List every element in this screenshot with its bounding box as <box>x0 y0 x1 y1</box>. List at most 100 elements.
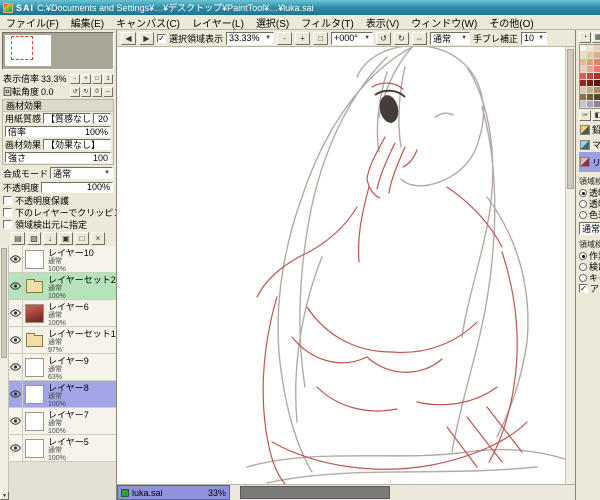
layer-list-scroll-down-button[interactable]: ▼ <box>0 491 9 500</box>
tool-pencil[interactable]: 鉛筆 <box>579 122 600 137</box>
canvas-horizontal-scrollbar[interactable] <box>230 485 575 500</box>
radio-icon[interactable] <box>579 210 587 219</box>
layer-row-5[interactable]: レイヤー5 通常 100% <box>9 435 116 462</box>
zoom-out-button[interactable]: - <box>70 73 80 84</box>
paint-mode-combo[interactable]: 通常 ▼ <box>430 31 471 45</box>
canvas-rotate-cw-button[interactable]: ↻ <box>394 31 410 45</box>
canvas-zoom-in-button[interactable]: + <box>295 31 311 45</box>
menu-layer[interactable]: レイヤー(L) <box>186 15 250 30</box>
color-swatch[interactable] <box>580 87 587 94</box>
layer-row-10[interactable]: レイヤー10 通常 100% <box>9 246 116 273</box>
color-swatch[interactable] <box>580 59 587 66</box>
material-kind-select[interactable]: 【効果なし】 <box>43 139 111 150</box>
visibility-eye-icon[interactable] <box>9 408 23 434</box>
detect-mode-option-3[interactable]: 色差が範囲内の部分 <box>579 209 600 220</box>
navigator-view-rect[interactable] <box>11 36 33 60</box>
title-bar[interactable]: SAI C:¥Documents and Settings¥…¥デスクトップ¥P… <box>0 0 600 15</box>
color-swatch[interactable] <box>594 94 600 101</box>
color-swatch[interactable] <box>594 73 600 80</box>
rotate-reset-button[interactable]: 0 <box>92 86 102 97</box>
color-swatch[interactable] <box>594 52 600 59</box>
radio-icon[interactable] <box>579 199 587 208</box>
layer-list-scrollbar[interactable]: ▼ <box>0 246 9 500</box>
color-wheel-tab[interactable]: ◔ <box>579 32 591 43</box>
menu-file[interactable]: ファイル(F) <box>0 15 65 30</box>
layer-row-8-selected[interactable]: レイヤー8 通常 100% <box>9 381 116 408</box>
color-swatch[interactable] <box>580 80 587 87</box>
color-swatch[interactable] <box>587 73 594 80</box>
visibility-eye-icon[interactable] <box>9 381 23 407</box>
color-swatch[interactable] <box>580 73 587 80</box>
menu-others[interactable]: その他(O) <box>483 15 539 30</box>
visibility-eye-icon[interactable] <box>9 435 23 461</box>
canvas-vertical-scrollbar[interactable] <box>565 47 575 484</box>
canvas-zoom-combo[interactable]: 33.33% ▼ <box>226 31 275 45</box>
color-swatch[interactable] <box>580 66 587 73</box>
blend-mode-select[interactable]: 通常 ▼ <box>50 167 113 179</box>
color-swatch[interactable] <box>587 52 594 59</box>
layer-set-folder-icon[interactable] <box>23 273 46 299</box>
color-swatch[interactable] <box>587 80 594 87</box>
layer-row-6[interactable]: レイヤー6 通常 100% <box>9 300 116 327</box>
clear-layer-button[interactable]: □ <box>75 231 89 245</box>
canvas-horizontal-scroll-thumb[interactable] <box>240 486 390 499</box>
layer-set-folder-icon[interactable] <box>23 327 46 353</box>
opacity-lock-checkbox[interactable] <box>3 195 12 205</box>
radio-icon[interactable] <box>579 262 587 271</box>
clipping-row[interactable]: 下のレイヤーでクリッピング <box>0 206 116 218</box>
color-swatch[interactable] <box>587 59 594 66</box>
visibility-eye-icon[interactable] <box>9 273 23 299</box>
texture-scale-slider[interactable]: 倍率 100% <box>5 126 111 137</box>
canvas-vertical-scroll-thumb[interactable] <box>567 49 574 189</box>
color-swatch[interactable] <box>580 101 587 108</box>
color-swatch[interactable] <box>594 80 600 87</box>
clipping-checkbox[interactable] <box>3 207 12 217</box>
canvas-angle-combo[interactable]: +000° ▼ <box>331 31 374 45</box>
layer-row-set2[interactable]: レイヤーセット2 通常 100% <box>9 273 116 300</box>
color-swatch[interactable] <box>594 59 600 66</box>
menu-edit[interactable]: 編集(E) <box>65 15 110 30</box>
canvas-zoom-out-button[interactable]: - <box>277 31 293 45</box>
color-swatch[interactable] <box>594 101 600 108</box>
view-next-button[interactable]: ▶ <box>139 31 154 45</box>
fg-bg-color-icon[interactable]: ◧ <box>592 110 600 121</box>
paper-texture-select[interactable]: 【質感なし】 <box>43 113 91 124</box>
canvas-flip-h-button[interactable]: ⇔ <box>412 31 428 45</box>
radio-icon[interactable] <box>579 251 587 260</box>
color-swatch[interactable] <box>594 66 600 73</box>
new-layer-set-button[interactable]: ▧ <box>27 231 41 245</box>
detect-source-checkbox[interactable] <box>3 219 12 229</box>
visibility-eye-icon[interactable] <box>9 246 23 272</box>
color-swatch[interactable] <box>594 45 600 52</box>
rotate-cw-button[interactable]: ↻ <box>81 86 91 97</box>
layer-row-set1[interactable]: レイヤーセット1 通常 97% <box>9 327 116 354</box>
eyedropper-icon[interactable]: ✑ <box>579 110 591 121</box>
layer-row-7[interactable]: レイヤー7 通常 100% <box>9 408 116 435</box>
color-swatch[interactable] <box>587 87 594 94</box>
antialias-row[interactable]: アンチエイリアス有効 <box>579 283 600 294</box>
visibility-eye-icon[interactable] <box>9 300 23 326</box>
antialias-checkbox[interactable] <box>579 284 588 293</box>
layer-list-scroll-thumb[interactable] <box>1 248 7 358</box>
menu-select[interactable]: 選択(S) <box>250 15 295 30</box>
menu-filter[interactable]: フィルタ(T) <box>295 15 360 30</box>
document-tab[interactable]: luka.sai 33% <box>117 485 230 500</box>
stabilizer-combo[interactable]: 10 ▼ <box>521 31 548 45</box>
radio-icon[interactable] <box>579 188 587 197</box>
paper-texture-spin[interactable]: 20 <box>93 113 111 124</box>
show-selection-checkbox[interactable] <box>157 33 166 43</box>
effect-strength-slider[interactable]: 強さ 100 <box>5 152 111 163</box>
rotate-ccw-button[interactable]: ↺ <box>70 86 80 97</box>
menu-canvas[interactable]: キャンバス(C) <box>110 15 186 30</box>
transfer-down-button[interactable]: ↓ <box>43 231 57 245</box>
view-prev-button[interactable]: ◀ <box>121 31 136 45</box>
layer-row-9[interactable]: レイヤー9 通常 63% <box>9 354 116 381</box>
visibility-eye-icon[interactable] <box>9 354 23 380</box>
color-swatch[interactable] <box>587 94 594 101</box>
color-swatch[interactable] <box>594 87 600 94</box>
delete-layer-button[interactable]: × <box>91 231 105 245</box>
zoom-reset-button[interactable]: 1 <box>103 73 113 84</box>
color-swatch[interactable] <box>587 66 594 73</box>
detect-blend-combo[interactable]: 通常 ▼ <box>579 222 600 235</box>
swatches-tab[interactable]: ▦ <box>592 32 600 43</box>
